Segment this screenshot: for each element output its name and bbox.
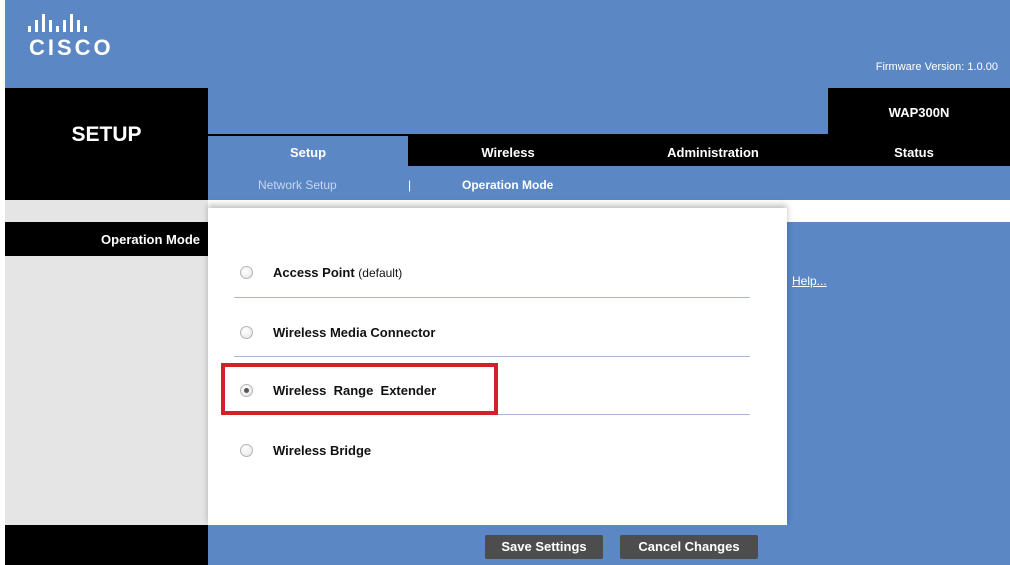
cancel-changes-button[interactable]: Cancel Changes (620, 535, 758, 559)
option-label: Wireless Bridge (273, 442, 372, 458)
option-wireless-media-connector[interactable]: Wireless Media Connector (240, 322, 435, 342)
help-link[interactable]: Help... (792, 274, 827, 288)
tab-status[interactable]: Status (818, 136, 1010, 166)
cisco-logo-text: CISCO (29, 35, 114, 60)
page-title: SETUP (71, 123, 142, 146)
cisco-logo-icon (28, 14, 91, 32)
tab-administration[interactable]: Administration (608, 136, 818, 166)
subnav-operation-mode[interactable]: Operation Mode (462, 178, 553, 192)
option-wireless-bridge[interactable]: Wireless Bridge (240, 440, 371, 460)
header-strip (208, 88, 828, 134)
header-banner (5, 0, 1010, 88)
option-label: Access Point (default) (273, 264, 403, 280)
divider (234, 356, 750, 357)
model-name: WAP300N (888, 105, 950, 120)
radio-wireless-media-connector[interactable] (240, 325, 253, 339)
divider (234, 297, 750, 298)
footer-left (5, 525, 208, 565)
option-access-point[interactable]: Access Point (default) (240, 262, 402, 282)
section-label: Operation Mode (101, 232, 200, 247)
radio-wireless-bridge[interactable] (240, 443, 253, 457)
firmware-version: Firmware Version: 1.0.00 (875, 61, 998, 73)
save-settings-button[interactable]: Save Settings (485, 535, 603, 559)
radio-access-point[interactable] (240, 265, 253, 279)
tab-wireless[interactable]: Wireless (408, 136, 608, 166)
subnav-network-setup[interactable]: Network Setup (258, 178, 337, 192)
highlight-box (221, 363, 498, 415)
subnav-separator: | (408, 178, 412, 192)
option-label: Wireless Media Connector (273, 324, 436, 340)
tab-setup[interactable]: Setup (208, 136, 408, 166)
